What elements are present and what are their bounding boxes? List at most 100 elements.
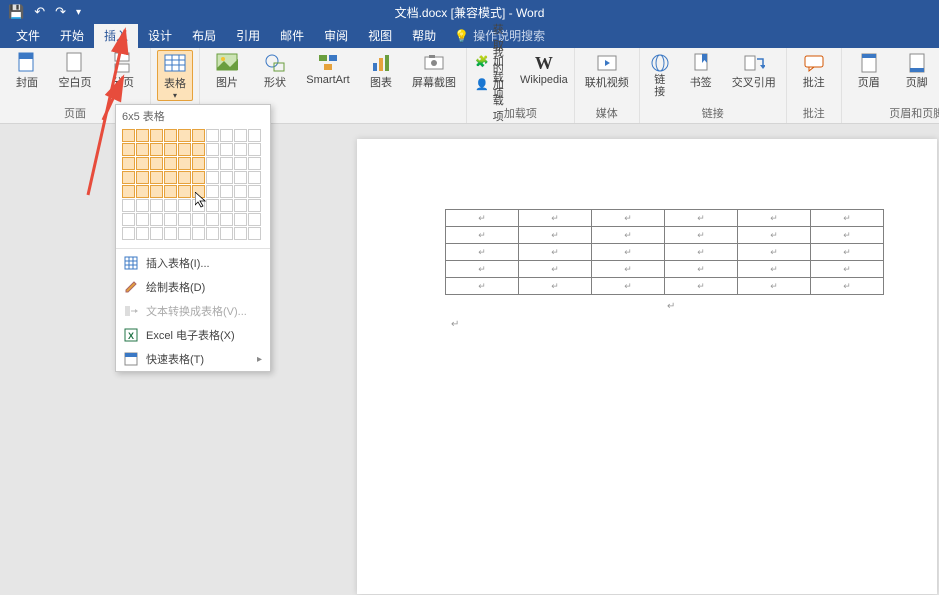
tab-design[interactable]: 设计 [138, 23, 182, 48]
table-cell[interactable]: ↵ [519, 210, 592, 227]
draw-table-item[interactable]: 绘制表格(D) [116, 275, 270, 299]
grid-cell[interactable] [234, 227, 247, 240]
grid-cell[interactable] [234, 185, 247, 198]
grid-cell[interactable] [178, 185, 191, 198]
grid-cell[interactable] [234, 157, 247, 170]
grid-cell[interactable] [192, 199, 205, 212]
table-cell[interactable]: ↵ [446, 261, 519, 278]
grid-cell[interactable] [192, 129, 205, 142]
grid-cell[interactable] [234, 199, 247, 212]
grid-cell[interactable] [150, 227, 163, 240]
table-cell[interactable]: ↵ [592, 244, 665, 261]
grid-cell[interactable] [248, 199, 261, 212]
document-page[interactable]: ↵↵↵↵↵↵↵↵↵↵↵↵↵↵↵↵↵↵↵↵↵↵↵↵↵↵↵↵↵↵ ↵ ↵ [357, 139, 937, 594]
grid-cell[interactable] [220, 213, 233, 226]
grid-cell[interactable] [136, 157, 149, 170]
table-cell[interactable]: ↵ [665, 210, 738, 227]
grid-cell[interactable] [220, 171, 233, 184]
table-cell[interactable]: ↵ [592, 227, 665, 244]
grid-cell[interactable] [206, 185, 219, 198]
insert-table-item[interactable]: 插入表格(I)... [116, 251, 270, 275]
grid-cell[interactable] [206, 213, 219, 226]
table-cell[interactable]: ↵ [665, 278, 738, 295]
grid-cell[interactable] [136, 227, 149, 240]
grid-cell[interactable] [248, 227, 261, 240]
grid-cell[interactable] [178, 227, 191, 240]
table-cell[interactable]: ↵ [446, 278, 519, 295]
table-cell[interactable]: ↵ [665, 261, 738, 278]
tab-review[interactable]: 审阅 [314, 23, 358, 48]
grid-cell[interactable] [220, 227, 233, 240]
grid-cell[interactable] [220, 129, 233, 142]
grid-cell[interactable] [122, 213, 135, 226]
grid-cell[interactable] [192, 227, 205, 240]
table-cell[interactable]: ↵ [446, 210, 519, 227]
grid-cell[interactable] [178, 199, 191, 212]
table-cell[interactable]: ↵ [738, 261, 811, 278]
table-cell[interactable]: ↵ [592, 210, 665, 227]
grid-cell[interactable] [164, 143, 177, 156]
pictures-button[interactable]: 图片 [206, 50, 248, 90]
bookmark-button[interactable]: 书签 [680, 50, 722, 90]
grid-cell[interactable] [178, 213, 191, 226]
grid-cell[interactable] [206, 171, 219, 184]
table-cell[interactable]: ↵ [738, 210, 811, 227]
grid-cell[interactable] [122, 171, 135, 184]
grid-cell[interactable] [234, 171, 247, 184]
grid-cell[interactable] [206, 157, 219, 170]
header-button[interactable]: 页眉 [848, 50, 890, 90]
grid-cell[interactable] [192, 143, 205, 156]
grid-cell[interactable] [122, 199, 135, 212]
grid-cell[interactable] [150, 199, 163, 212]
link-button[interactable]: 链 接 [646, 50, 674, 98]
table-cell[interactable]: ↵ [738, 244, 811, 261]
grid-cell[interactable] [136, 129, 149, 142]
comment-button[interactable]: 批注 [793, 50, 835, 90]
tab-home[interactable]: 开始 [50, 23, 94, 48]
grid-cell[interactable] [234, 213, 247, 226]
grid-cell[interactable] [192, 213, 205, 226]
grid-cell[interactable] [178, 143, 191, 156]
table-cell[interactable]: ↵ [519, 227, 592, 244]
grid-cell[interactable] [136, 171, 149, 184]
grid-cell[interactable] [206, 199, 219, 212]
table-cell[interactable]: ↵ [519, 278, 592, 295]
grid-cell[interactable] [248, 157, 261, 170]
table-cell[interactable]: ↵ [519, 244, 592, 261]
page-break-button[interactable]: 分页 [102, 50, 144, 90]
excel-sheet-item[interactable]: X Excel 电子表格(X) [116, 323, 270, 347]
screenshot-button[interactable]: 屏幕截图 [408, 50, 460, 90]
grid-cell[interactable] [206, 143, 219, 156]
table-cell[interactable]: ↵ [738, 278, 811, 295]
grid-cell[interactable] [192, 185, 205, 198]
table-cell[interactable]: ↵ [811, 210, 884, 227]
grid-cell[interactable] [234, 129, 247, 142]
online-video-button[interactable]: 联机视频 [581, 50, 633, 90]
document-table[interactable]: ↵↵↵↵↵↵↵↵↵↵↵↵↵↵↵↵↵↵↵↵↵↵↵↵↵↵↵↵↵↵ [445, 209, 884, 295]
grid-cell[interactable] [164, 185, 177, 198]
table-cell[interactable]: ↵ [811, 244, 884, 261]
table-button[interactable]: 表格 ▾ [157, 50, 193, 101]
grid-cell[interactable] [164, 171, 177, 184]
grid-cell[interactable] [136, 143, 149, 156]
footer-button[interactable]: 页脚 [896, 50, 938, 90]
table-cell[interactable]: ↵ [811, 261, 884, 278]
table-cell[interactable]: ↵ [811, 278, 884, 295]
grid-cell[interactable] [206, 227, 219, 240]
table-size-grid[interactable] [116, 127, 270, 246]
grid-cell[interactable] [122, 143, 135, 156]
chart-button[interactable]: 图表 [360, 50, 402, 90]
table-cell[interactable]: ↵ [519, 261, 592, 278]
undo-icon[interactable]: ↶ [34, 4, 45, 20]
tab-file[interactable]: 文件 [6, 23, 50, 48]
grid-cell[interactable] [178, 129, 191, 142]
grid-cell[interactable] [164, 213, 177, 226]
grid-cell[interactable] [150, 213, 163, 226]
grid-cell[interactable] [136, 185, 149, 198]
grid-cell[interactable] [150, 157, 163, 170]
grid-cell[interactable] [136, 199, 149, 212]
table-cell[interactable]: ↵ [738, 227, 811, 244]
table-cell[interactable]: ↵ [592, 261, 665, 278]
grid-cell[interactable] [178, 171, 191, 184]
table-cell[interactable]: ↵ [592, 278, 665, 295]
